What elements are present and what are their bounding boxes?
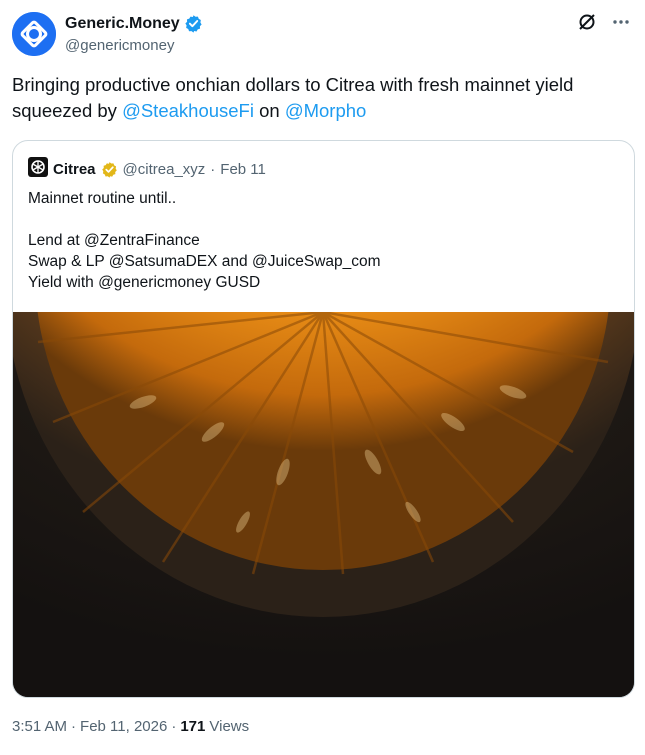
quoted-tweet-text: Mainnet routine until.. Lend at @ZentraF… xyxy=(28,190,381,291)
views-count: 171 xyxy=(180,718,206,735)
quoted-date[interactable]: Feb 11 xyxy=(220,161,266,178)
author-display-name[interactable]: Generic.Money xyxy=(65,15,180,33)
tweet-time[interactable]: 3:51 AM xyxy=(12,718,67,735)
tweet-text: Bringing productive onchian dollars to C… xyxy=(12,72,627,124)
footer-separator-2: · xyxy=(171,718,177,735)
citrea-avatar[interactable] xyxy=(28,157,48,181)
orange-slice-image xyxy=(13,312,634,697)
verified-badge-icon xyxy=(185,15,202,33)
quoted-handle[interactable]: @citrea_xyz xyxy=(123,161,206,178)
tweet-date[interactable]: Feb 11, 2026 xyxy=(80,718,167,735)
generic-money-logo-icon xyxy=(12,12,56,56)
footer-separator-1: · xyxy=(71,718,77,735)
citrea-logo-icon xyxy=(28,157,48,177)
quoted-tweet-card[interactable]: Citrea @citrea_xyz · Feb 11 Mainnet rout… xyxy=(12,140,635,698)
mention-steakhousefi[interactable]: @SteakhouseFi xyxy=(122,100,254,121)
quoted-tweet-header: Citrea @citrea_xyz · Feb 11 xyxy=(28,157,266,181)
views-label: Views xyxy=(209,718,250,735)
tweet-footer: 3:51 AM · Feb 11, 2026 · 171 Views xyxy=(12,718,249,735)
mention-morpho[interactable]: @Morpho xyxy=(285,100,367,121)
grok-icon[interactable] xyxy=(577,12,597,32)
author-avatar[interactable] xyxy=(12,12,56,56)
more-options-icon[interactable] xyxy=(611,12,631,32)
tweet-actions-top xyxy=(577,12,631,32)
quoted-display-name[interactable]: Citrea xyxy=(53,161,96,178)
author-name-row[interactable]: Generic.Money xyxy=(65,14,203,33)
verified-gold-badge-icon xyxy=(101,161,117,178)
quoted-separator: · xyxy=(210,160,216,178)
quoted-media-image[interactable] xyxy=(13,312,634,697)
tweet-text-part2: on xyxy=(253,100,285,121)
author-handle[interactable]: @genericmoney xyxy=(65,37,174,54)
